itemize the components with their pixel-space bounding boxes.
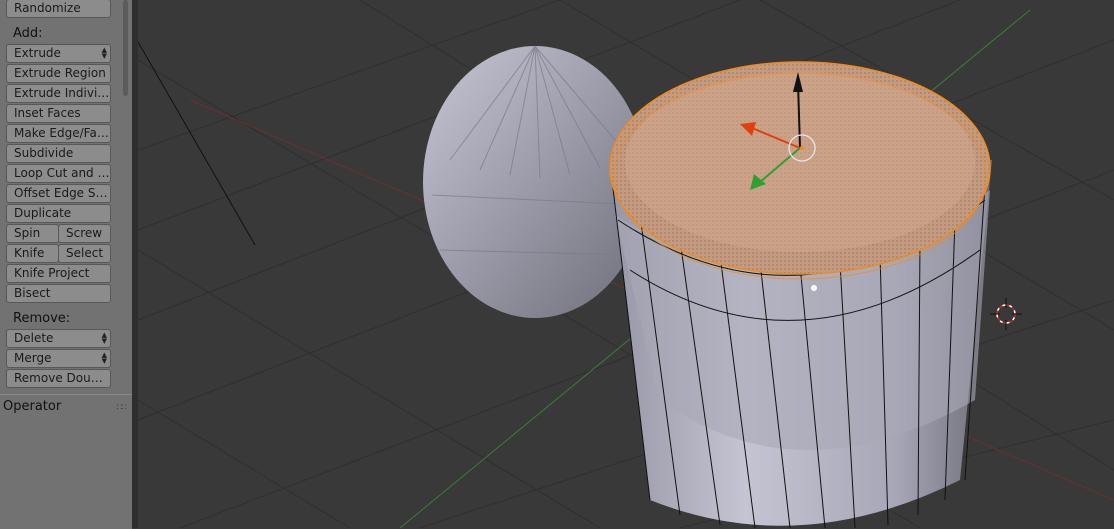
inset-faces-button[interactable]: Inset Faces	[6, 104, 111, 123]
spin-button[interactable]: Spin	[6, 224, 59, 243]
knife-project-button[interactable]: Knife Project	[6, 264, 111, 283]
screw-button[interactable]: Screw	[58, 224, 111, 243]
knife-select-button[interactable]: Select	[58, 244, 111, 263]
tool-shelf: Randomize Add: Extrude ▲ ▼ Extrude Region…	[0, 0, 132, 529]
updown-arrows-icon: ▲ ▼	[101, 46, 107, 60]
bisect-button[interactable]: Bisect	[6, 284, 111, 303]
merge-menu[interactable]: Merge ▲ ▼	[6, 349, 111, 368]
make-edge-face-button[interactable]: Make Edge/Face	[6, 124, 111, 143]
drag-grip-icon[interactable]: ∷∷	[117, 403, 128, 413]
extrude-label: Extrude	[14, 46, 61, 60]
updown-arrows-icon: ▲ ▼	[101, 331, 107, 345]
randomize-button[interactable]: Randomize	[6, 0, 111, 18]
offset-edge-slide-button[interactable]: Offset Edge Sli...	[6, 184, 111, 203]
remove-doubles-button[interactable]: Remove Doubl...	[6, 369, 111, 388]
add-section-label: Add:	[13, 26, 43, 41]
merge-label: Merge	[14, 351, 52, 365]
operator-panel[interactable]: Operator ∷∷	[0, 394, 132, 529]
operator-panel-title[interactable]: Operator	[3, 399, 61, 414]
loop-cut-button[interactable]: Loop Cut and S...	[6, 164, 111, 183]
duplicate-button[interactable]: Duplicate	[6, 204, 111, 223]
knife-button[interactable]: Knife	[6, 244, 59, 263]
delete-menu[interactable]: Delete ▲ ▼	[6, 329, 111, 348]
delete-label: Delete	[14, 331, 54, 345]
active-vertex[interactable]	[811, 285, 817, 291]
extrude-individual-button[interactable]: Extrude Individ...	[6, 84, 111, 103]
3d-viewport[interactable]	[138, 0, 1114, 528]
extrude-menu[interactable]: Extrude ▲ ▼	[6, 44, 111, 63]
remove-section-label: Remove:	[13, 311, 71, 326]
subdivide-button[interactable]: Subdivide	[6, 144, 111, 163]
tool-shelf-scrollbar[interactable]	[123, 0, 128, 96]
extrude-region-button[interactable]: Extrude Region	[6, 64, 111, 83]
updown-arrows-icon: ▲ ▼	[101, 351, 107, 365]
